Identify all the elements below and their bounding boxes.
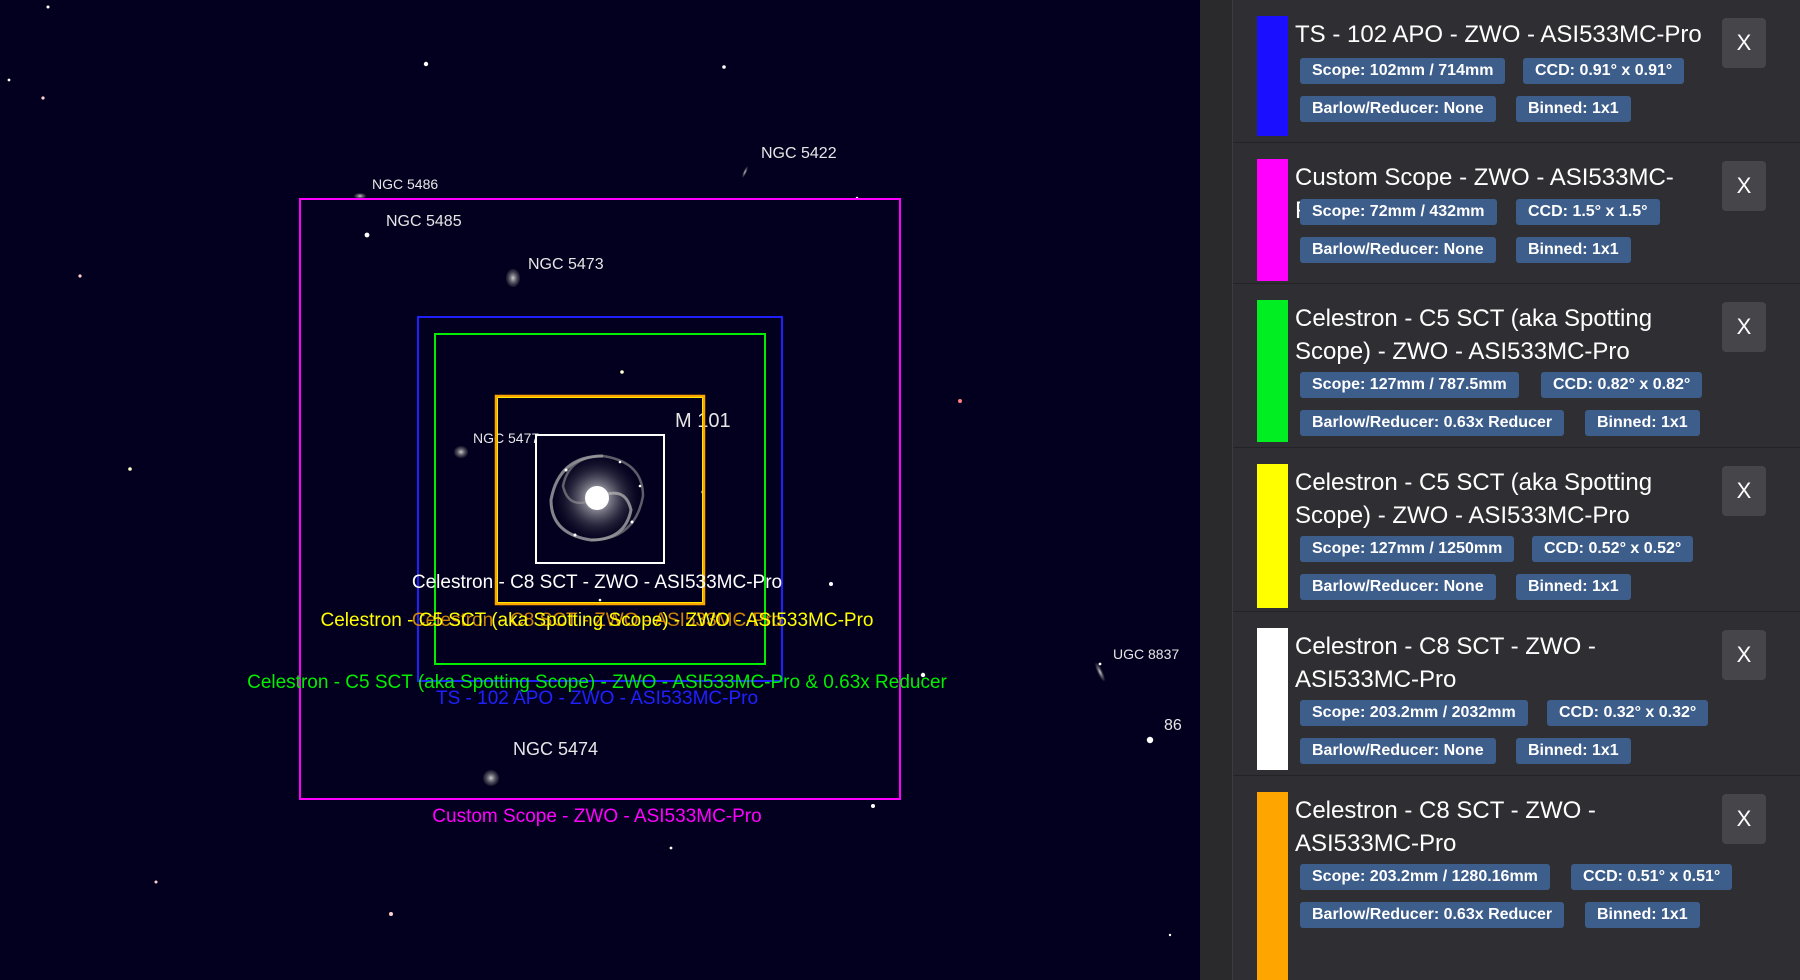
- barlow-chip: Barlow/Reducer: 0.63x Reducer: [1300, 902, 1565, 928]
- galaxy-ngc-5422-marker: [742, 166, 748, 178]
- binned-chip: Binned: 1x1: [1516, 237, 1631, 263]
- fov-card-c5: Celestron - C5 SCT (aka Spotting Scope) …: [1233, 448, 1800, 612]
- binned-chip: Binned: 1x1: [1585, 902, 1700, 928]
- fov-card-c8-reducer: Celestron - C8 SCT - ZWO - ASI533MC-Pro …: [1233, 776, 1800, 980]
- ccd-chip: CCD: 1.5° x 1.5°: [1516, 199, 1660, 225]
- star: [722, 65, 726, 69]
- barlow-chip: Barlow/Reducer: None: [1300, 96, 1496, 122]
- object-label-ngc-5473: NGC 5473: [528, 256, 604, 273]
- remove-fov-button[interactable]: X: [1722, 794, 1766, 844]
- fov-card-title: TS - 102 APO - ZWO - ASI533MC-Pro: [1295, 21, 1702, 48]
- remove-fov-button[interactable]: X: [1722, 302, 1766, 352]
- app-root: NGC 5422 NGC 5486 NGC 5485 NGC 5473 M 10…: [0, 0, 1800, 980]
- remove-fov-button[interactable]: X: [1722, 466, 1766, 516]
- ccd-chip: CCD: 0.82° x 0.82°: [1541, 372, 1703, 398]
- star: [7, 78, 11, 82]
- fov-list-panel: TS - 102 APO - ZWO - ASI533MC-Pro X Scop…: [1233, 0, 1800, 980]
- galaxy-ngc-5477-marker: [454, 446, 468, 458]
- scope-chip: Scope: 203.2mm / 1280.16mm: [1300, 864, 1550, 890]
- fov-label-ts-102-apo: TS - 102 APO - ZWO - ASI533MC-Pro: [436, 688, 758, 709]
- star: [669, 846, 673, 850]
- star: [598, 598, 602, 602]
- scope-chip: Scope: 102mm / 714mm: [1300, 58, 1506, 84]
- fov-color-swatch: [1257, 628, 1288, 770]
- panel-divider[interactable]: [1200, 0, 1233, 980]
- fov-color-swatch: [1257, 300, 1288, 442]
- fov-card-c8: Celestron - C8 SCT - ZWO - ASI533MC-Pro …: [1233, 612, 1800, 776]
- object-label-ngc-5422: NGC 5422: [761, 145, 837, 162]
- scope-chip: Scope: 203.2mm / 2032mm: [1300, 700, 1528, 726]
- scope-chip: Scope: 127mm / 1250mm: [1300, 536, 1515, 562]
- star: [364, 232, 370, 238]
- star: [1098, 662, 1102, 666]
- ccd-chip: CCD: 0.52° x 0.52°: [1532, 536, 1694, 562]
- barlow-chip: Barlow/Reducer: None: [1300, 738, 1496, 764]
- object-label-ngc-5474: NGC 5474: [513, 739, 598, 759]
- ccd-chip: CCD: 0.32° x 0.32°: [1547, 700, 1709, 726]
- star: [128, 467, 132, 471]
- star: [423, 61, 429, 67]
- fov-labels: Celestron - C8 SCT - ZWO - ASI533MC-Pro …: [247, 572, 947, 827]
- fov-card-title: Celestron - C8 SCT - ZWO - ASI533MC-Pro: [1295, 633, 1596, 693]
- object-label-ngc-5485: NGC 5485: [386, 213, 462, 230]
- barlow-chip: Barlow/Reducer: None: [1300, 574, 1496, 600]
- object-label-ngc-5486: NGC 5486: [372, 176, 438, 192]
- fov-card-title: Celestron - C8 SCT - ZWO - ASI533MC-Pro: [1295, 797, 1596, 857]
- star: [46, 5, 50, 9]
- fov-color-swatch: [1257, 16, 1288, 136]
- binned-chip: Binned: 1x1: [1516, 738, 1631, 764]
- ccd-chip: CCD: 0.51° x 0.51°: [1571, 864, 1733, 890]
- fov-label-custom-scope: Custom Scope - ZWO - ASI533MC-Pro: [432, 806, 761, 827]
- star: [41, 96, 45, 100]
- star: [389, 912, 393, 916]
- object-label-86: 86: [1164, 717, 1182, 734]
- ccd-chip: CCD: 0.91° x 0.91°: [1523, 58, 1685, 84]
- fov-card-ts-102-apo: TS - 102 APO - ZWO - ASI533MC-Pro X Scop…: [1233, 0, 1800, 143]
- remove-fov-button[interactable]: X: [1722, 18, 1766, 68]
- galaxy-m101-marker: [549, 450, 645, 546]
- fov-color-swatch: [1257, 159, 1288, 281]
- binned-chip: Binned: 1x1: [1516, 574, 1631, 600]
- star: [620, 370, 624, 374]
- fov-color-swatch: [1257, 792, 1288, 980]
- sky-chart-canvas[interactable]: NGC 5422 NGC 5486 NGC 5485 NGC 5473 M 10…: [0, 0, 1200, 980]
- fov-card-title: Celestron - C5 SCT (aka Spotting Scope) …: [1295, 305, 1653, 365]
- barlow-chip: Barlow/Reducer: None: [1300, 237, 1496, 263]
- object-label-ngc-5477: NGC 5477: [473, 430, 539, 446]
- galaxy-ngc-5473-marker: [506, 269, 520, 287]
- fov-label-c8: Celestron - C8 SCT - ZWO - ASI533MC-Pro: [412, 572, 782, 593]
- star: [871, 804, 875, 808]
- star: [1168, 933, 1172, 937]
- fov-card-title: Celestron - C5 SCT (aka Spotting Scope) …: [1295, 469, 1653, 529]
- object-labels: NGC 5422 NGC 5486 NGC 5485 NGC 5473 M 10…: [372, 145, 1182, 759]
- sky-chart[interactable]: NGC 5422 NGC 5486 NGC 5485 NGC 5473 M 10…: [0, 0, 1200, 980]
- galaxy-ngc-5474-marker: [483, 770, 499, 786]
- binned-chip: Binned: 1x1: [1585, 410, 1700, 436]
- remove-fov-button[interactable]: X: [1722, 630, 1766, 680]
- star: [78, 274, 82, 278]
- scope-chip: Scope: 72mm / 432mm: [1300, 199, 1497, 225]
- scope-chip: Scope: 127mm / 787.5mm: [1300, 372, 1519, 398]
- fov-card-custom-scope: Custom Scope - ZWO - ASI533MC-Pro X Scop…: [1233, 143, 1800, 284]
- star: [154, 880, 158, 884]
- fov-color-swatch: [1257, 464, 1288, 608]
- star: [829, 582, 833, 586]
- barlow-chip: Barlow/Reducer: 0.63x Reducer: [1300, 410, 1565, 436]
- binned-chip: Binned: 1x1: [1516, 96, 1631, 122]
- star: [958, 399, 962, 403]
- fov-label-c5: Celestron - C5 SCT (aka Spotting Scope) …: [321, 610, 874, 631]
- remove-fov-button[interactable]: X: [1722, 161, 1766, 211]
- star: [1146, 736, 1154, 744]
- object-label-ugc-8837: UGC 8837: [1113, 646, 1179, 662]
- fov-card-c5-reducer: Celestron - C5 SCT (aka Spotting Scope) …: [1233, 284, 1800, 448]
